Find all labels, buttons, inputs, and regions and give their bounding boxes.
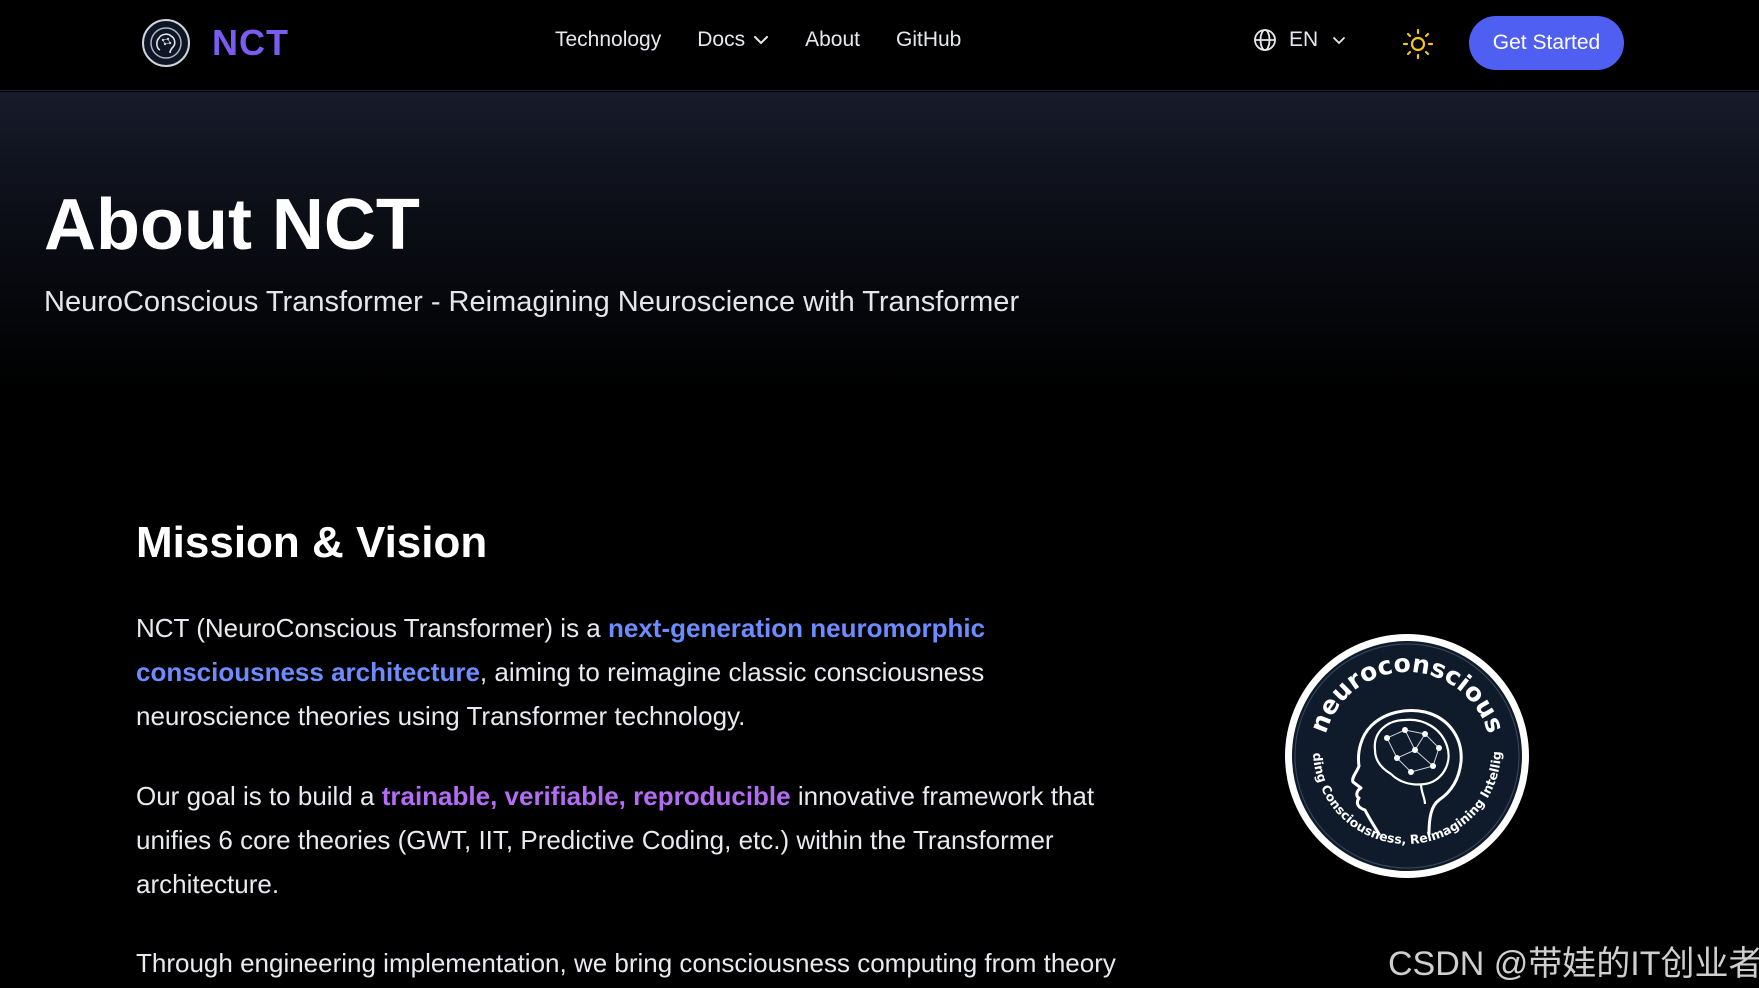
highlight-text: trainable, verifiable, reproducible — [381, 781, 791, 811]
language-selector[interactable]: EN — [1253, 28, 1346, 52]
watermark: CSDN @带娃的IT创业者 — [1388, 945, 1759, 983]
page-subtitle: NeuroConscious Transformer - Reimagining… — [44, 286, 1020, 318]
top-navigation-bar: NCT Technology Docs About GitHub EN Get … — [0, 0, 1759, 91]
nav-label: GitHub — [896, 28, 962, 51]
chevron-down-icon — [1333, 36, 1346, 44]
nav-label: About — [805, 28, 860, 51]
nav-docs[interactable]: Docs — [697, 28, 769, 52]
get-started-button[interactable]: Get Started — [1469, 16, 1624, 70]
paragraph-text: NCT (NeuroConscious Transformer) is a — [136, 613, 608, 643]
neuroconscious-badge-logo: neuroconscious Decoding Consciousness, R… — [1283, 632, 1529, 878]
sun-icon — [1402, 28, 1434, 60]
hero-section: About NCT NeuroConscious Transformer - R… — [0, 92, 1759, 392]
nav-technology[interactable]: Technology — [555, 28, 661, 52]
paragraph-text: Our goal is to build a — [136, 781, 382, 811]
mission-paragraph-3: Through engineering implementation, we b… — [136, 948, 1116, 978]
nav-github[interactable]: GitHub — [896, 28, 961, 52]
main-nav: Technology Docs About GitHub — [555, 28, 997, 52]
page-title: About NCT — [44, 185, 420, 265]
nav-label: Docs — [697, 28, 746, 51]
section-title: Mission & Vision — [136, 518, 488, 567]
brain-logo-icon — [142, 19, 190, 67]
brand[interactable]: NCT — [142, 19, 289, 67]
chevron-down-icon — [754, 36, 769, 45]
brand-name: NCT — [212, 22, 289, 63]
nav-about[interactable]: About — [805, 28, 860, 52]
theme-toggle[interactable] — [1402, 28, 1434, 60]
mission-paragraph-2: Our goal is to build a trainable, verifi… — [136, 774, 1166, 906]
language-code: EN — [1289, 28, 1319, 51]
nav-label: Technology — [555, 28, 662, 51]
globe-icon — [1254, 29, 1276, 51]
mission-paragraph-1: NCT (NeuroConscious Transformer) is a ne… — [136, 606, 1056, 738]
